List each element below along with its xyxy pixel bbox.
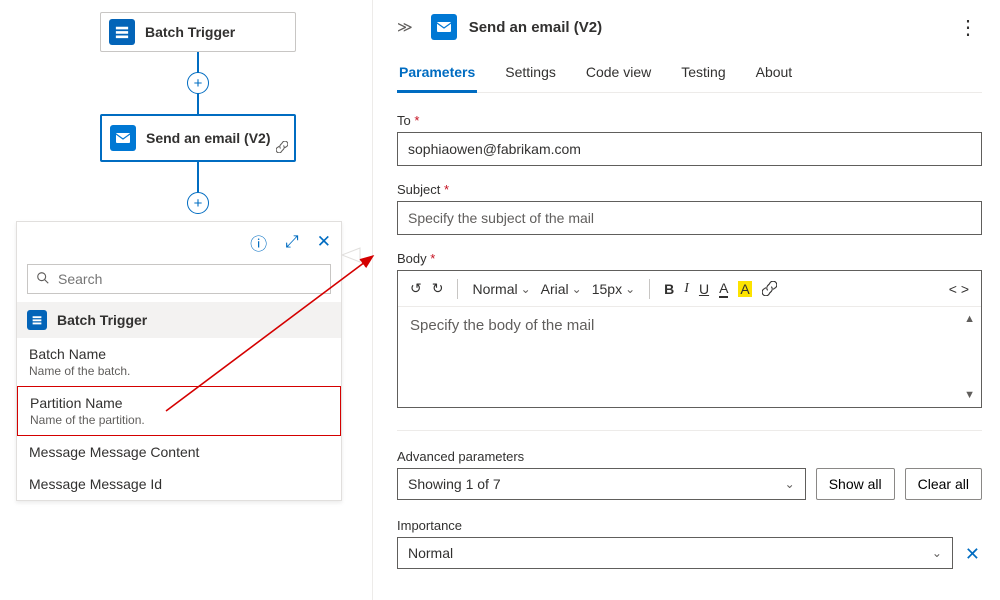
outlook-icon bbox=[431, 14, 457, 40]
close-icon[interactable]: ✕ bbox=[317, 232, 331, 252]
size-dropdown[interactable]: 15px ⌄ bbox=[592, 281, 635, 297]
link-icon bbox=[276, 141, 288, 156]
flow-node-label: Batch Trigger bbox=[145, 24, 235, 40]
panel-tabs: Parameters Settings Code view Testing Ab… bbox=[397, 64, 982, 93]
undo-icon[interactable]: ↺ bbox=[410, 280, 422, 297]
scroll-up-icon[interactable]: ▲ bbox=[964, 313, 975, 325]
chevron-down-icon: ⌄ bbox=[521, 282, 531, 296]
chevron-down-icon: ⌄ bbox=[572, 282, 582, 296]
remove-param-icon[interactable]: ✕ bbox=[963, 540, 982, 569]
panel-title: Send an email (V2) bbox=[469, 19, 954, 36]
add-action-button[interactable]: + bbox=[187, 192, 209, 214]
importance-label: Importance bbox=[397, 518, 982, 533]
adv-params-value: Showing 1 of 7 bbox=[408, 476, 501, 492]
separator bbox=[457, 279, 458, 299]
search-input[interactable] bbox=[58, 271, 322, 287]
highlight-icon[interactable]: A bbox=[738, 281, 751, 297]
body-label: Body bbox=[397, 251, 982, 266]
connector-line bbox=[197, 162, 199, 192]
italic-icon[interactable]: I bbox=[684, 281, 689, 297]
subject-label: Subject bbox=[397, 182, 982, 197]
body-editor: ↺ ↻ Normal ⌄ Arial ⌄ 15px ⌄ B I U A A < … bbox=[397, 270, 982, 408]
chevron-down-icon: ⌄ bbox=[785, 477, 795, 491]
tab-parameters[interactable]: Parameters bbox=[397, 64, 477, 93]
dynamic-item-title: Message Message Content bbox=[29, 444, 329, 460]
scroll-down-icon[interactable]: ▼ bbox=[964, 389, 975, 401]
flow-node-send-email[interactable]: Send an email (V2) bbox=[100, 114, 296, 162]
more-icon[interactable]: ⋮ bbox=[954, 15, 982, 40]
body-placeholder: Specify the body of the mail bbox=[410, 317, 594, 334]
divider bbox=[397, 430, 982, 431]
info-icon[interactable]: ⓘ bbox=[250, 230, 267, 255]
dynamic-content-toolbar: ⓘ ⤢ ✕ bbox=[17, 222, 341, 262]
dynamic-item-message-content[interactable]: Message Message Content bbox=[17, 436, 341, 468]
dynamic-item-partition-name[interactable]: Partition Name Name of the partition. bbox=[17, 386, 341, 436]
importance-dropdown[interactable]: Normal ⌄ bbox=[397, 537, 953, 569]
separator bbox=[649, 279, 650, 299]
redo-icon[interactable]: ↻ bbox=[432, 280, 444, 297]
tab-settings[interactable]: Settings bbox=[503, 64, 558, 92]
expand-icon[interactable]: ⤢ bbox=[285, 232, 299, 252]
outlook-icon bbox=[110, 125, 136, 151]
flow-node-label: Send an email (V2) bbox=[146, 130, 270, 146]
tab-codeview[interactable]: Code view bbox=[584, 64, 653, 92]
dynamic-content-search[interactable] bbox=[27, 264, 331, 294]
dynamic-item-desc: Name of the batch. bbox=[29, 364, 329, 378]
font-color-icon[interactable]: A bbox=[719, 280, 728, 298]
link-icon[interactable] bbox=[762, 281, 777, 296]
dynamic-item-title: Batch Name bbox=[29, 346, 329, 362]
editor-toolbar: ↺ ↻ Normal ⌄ Arial ⌄ 15px ⌄ B I U A A < … bbox=[398, 271, 981, 307]
chevron-down-icon: ⌄ bbox=[625, 282, 635, 296]
dynamic-item-title: Partition Name bbox=[30, 395, 328, 411]
chevron-down-icon: ⌄ bbox=[932, 546, 942, 560]
adv-label: Advanced parameters bbox=[397, 449, 982, 464]
underline-icon[interactable]: U bbox=[699, 281, 709, 297]
style-dropdown[interactable]: Normal ⌄ bbox=[472, 281, 530, 297]
designer-canvas: Batch Trigger + Send an email (V2) + ⓘ ⤢… bbox=[0, 0, 370, 600]
to-label: To bbox=[397, 113, 982, 128]
flow-node-trigger[interactable]: Batch Trigger bbox=[100, 12, 296, 52]
collapse-icon[interactable]: ≫ bbox=[397, 18, 413, 36]
subject-input[interactable] bbox=[397, 201, 982, 235]
batch-trigger-icon bbox=[27, 310, 47, 330]
tab-testing[interactable]: Testing bbox=[679, 64, 727, 92]
code-icon[interactable]: < > bbox=[949, 281, 969, 297]
tab-about[interactable]: About bbox=[754, 64, 795, 92]
body-textarea[interactable]: Specify the body of the mail ▲ ▼ bbox=[398, 307, 981, 407]
batch-trigger-icon bbox=[109, 19, 135, 45]
search-icon bbox=[36, 271, 50, 288]
dynamic-item-desc: Name of the partition. bbox=[30, 413, 328, 427]
dynamic-item-batch-name[interactable]: Batch Name Name of the batch. bbox=[17, 338, 341, 386]
bold-icon[interactable]: B bbox=[664, 281, 674, 297]
adv-params-dropdown[interactable]: Showing 1 of 7 ⌄ bbox=[397, 468, 806, 500]
dynamic-content-section-header: Batch Trigger bbox=[17, 302, 341, 338]
section-label: Batch Trigger bbox=[57, 312, 147, 328]
importance-value: Normal bbox=[408, 545, 453, 561]
show-all-button[interactable]: Show all bbox=[816, 468, 895, 500]
dynamic-content-panel: ⓘ ⤢ ✕ Batch Trigger Batch Name Name of t… bbox=[16, 221, 342, 501]
dynamic-item-title: Message Message Id bbox=[29, 476, 329, 492]
font-dropdown[interactable]: Arial ⌄ bbox=[541, 281, 582, 297]
action-config-panel: ≫ Send an email (V2) ⋮ Parameters Settin… bbox=[372, 0, 1000, 600]
panel-header: ≫ Send an email (V2) ⋮ bbox=[397, 14, 982, 40]
to-input[interactable] bbox=[397, 132, 982, 166]
add-action-button[interactable]: + bbox=[187, 72, 209, 94]
dynamic-item-message-id[interactable]: Message Message Id bbox=[17, 468, 341, 500]
clear-all-button[interactable]: Clear all bbox=[905, 468, 982, 500]
